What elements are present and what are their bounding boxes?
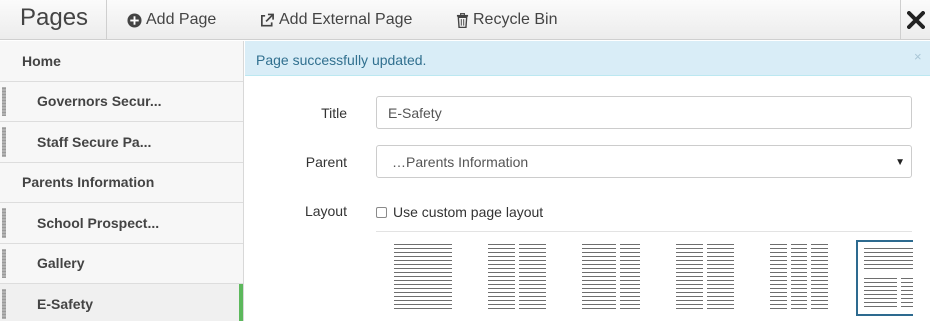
title-label: Title [321,105,347,121]
close-icon [906,11,925,29]
sidebar-item-label: Gallery [37,255,85,272]
page-tree-sidebar: Home Governors Secur... Staff Secure Pa.… [0,41,244,321]
layout-column [676,244,703,310]
active-indicator [239,284,243,321]
layout-column [582,244,616,310]
layout-column [811,244,829,310]
success-alert: Page successfully updated. × [245,41,930,76]
alert-message: Page successfully updated. [256,52,427,68]
caret-down-icon: ▼ [895,157,905,168]
sidebar-item-gallery[interactable]: Gallery [0,244,243,284]
add-page-label: Add Page [146,11,217,28]
divider [106,0,107,40]
recycle-bin-label: Recycle Bin [473,11,558,28]
drag-handle-icon[interactable] [2,289,6,319]
trash-icon [456,12,469,28]
sidebar-item-governors-secure[interactable]: Governors Secur... [0,82,243,122]
layout-column [394,244,452,310]
drag-handle-icon[interactable] [2,127,6,157]
sidebar-item-staff-secure[interactable]: Staff Secure Pa... [0,122,243,163]
sidebar-item-parents-information[interactable]: Parents Information [0,163,243,203]
custom-layout-checkbox[interactable] [376,206,387,218]
add-page-button[interactable]: Add Page [127,9,216,31]
layout-column [488,244,515,310]
sidebar-item-label: Governors Secur... [37,93,162,110]
divider [376,231,912,232]
sidebar-item-label: School Prospect... [37,214,160,231]
layout-column [770,244,787,310]
layout-column [864,278,898,308]
layout-label: Layout [304,203,347,219]
parent-label: Parent [305,154,347,170]
drag-handle-icon[interactable] [2,208,6,238]
layout-column [620,244,640,310]
external-link-icon [261,13,274,26]
layout-column [901,278,913,308]
sidebar-item-label: Home [22,52,61,69]
sidebar-item-label: E-Safety [37,295,94,312]
layout-header-block [864,248,913,272]
parent-select[interactable]: …Parents Information ▼ [376,145,912,178]
sidebar-item-label: Parents Information [22,174,155,191]
layout-option-one-column[interactable] [390,240,456,316]
drag-handle-icon[interactable] [2,248,6,278]
plus-circle-icon [127,12,142,28]
parent-select-value: …Parents Information [392,153,529,170]
app-title: Pages [20,4,89,31]
sidebar-item-e-safety[interactable]: E-Safety [0,284,243,321]
layout-column [790,244,808,310]
add-external-page-label: Add External Page [279,11,413,28]
layout-option-two-column-alt[interactable] [672,240,738,316]
layout-option-header-with-columns[interactable] [856,240,913,316]
alert-close-button[interactable]: × [914,49,922,64]
layout-option-three-column[interactable] [766,240,832,316]
title-input-value: E-Safety [388,104,442,121]
recycle-bin-button[interactable]: Recycle Bin [456,9,557,31]
custom-layout-checkbox-row[interactable]: Use custom page layout [376,204,543,220]
drag-handle-icon[interactable] [2,86,6,116]
sidebar-item-school-prospectus[interactable]: School Prospect... [0,203,243,244]
sidebar-item-home[interactable]: Home [0,41,243,82]
custom-layout-label: Use custom page layout [393,204,544,220]
layout-column [519,244,546,310]
sidebar-item-label: Staff Secure Pa... [37,133,152,150]
close-button[interactable] [900,0,930,40]
layout-option-two-column-uneven[interactable] [578,240,644,316]
title-input[interactable]: E-Safety [376,96,912,129]
layout-option-two-column[interactable] [484,240,550,316]
add-external-page-button[interactable]: Add External Page [259,9,412,31]
top-toolbar: Pages Add Page Add External Page Recycle… [0,0,930,40]
layout-column [707,244,734,310]
